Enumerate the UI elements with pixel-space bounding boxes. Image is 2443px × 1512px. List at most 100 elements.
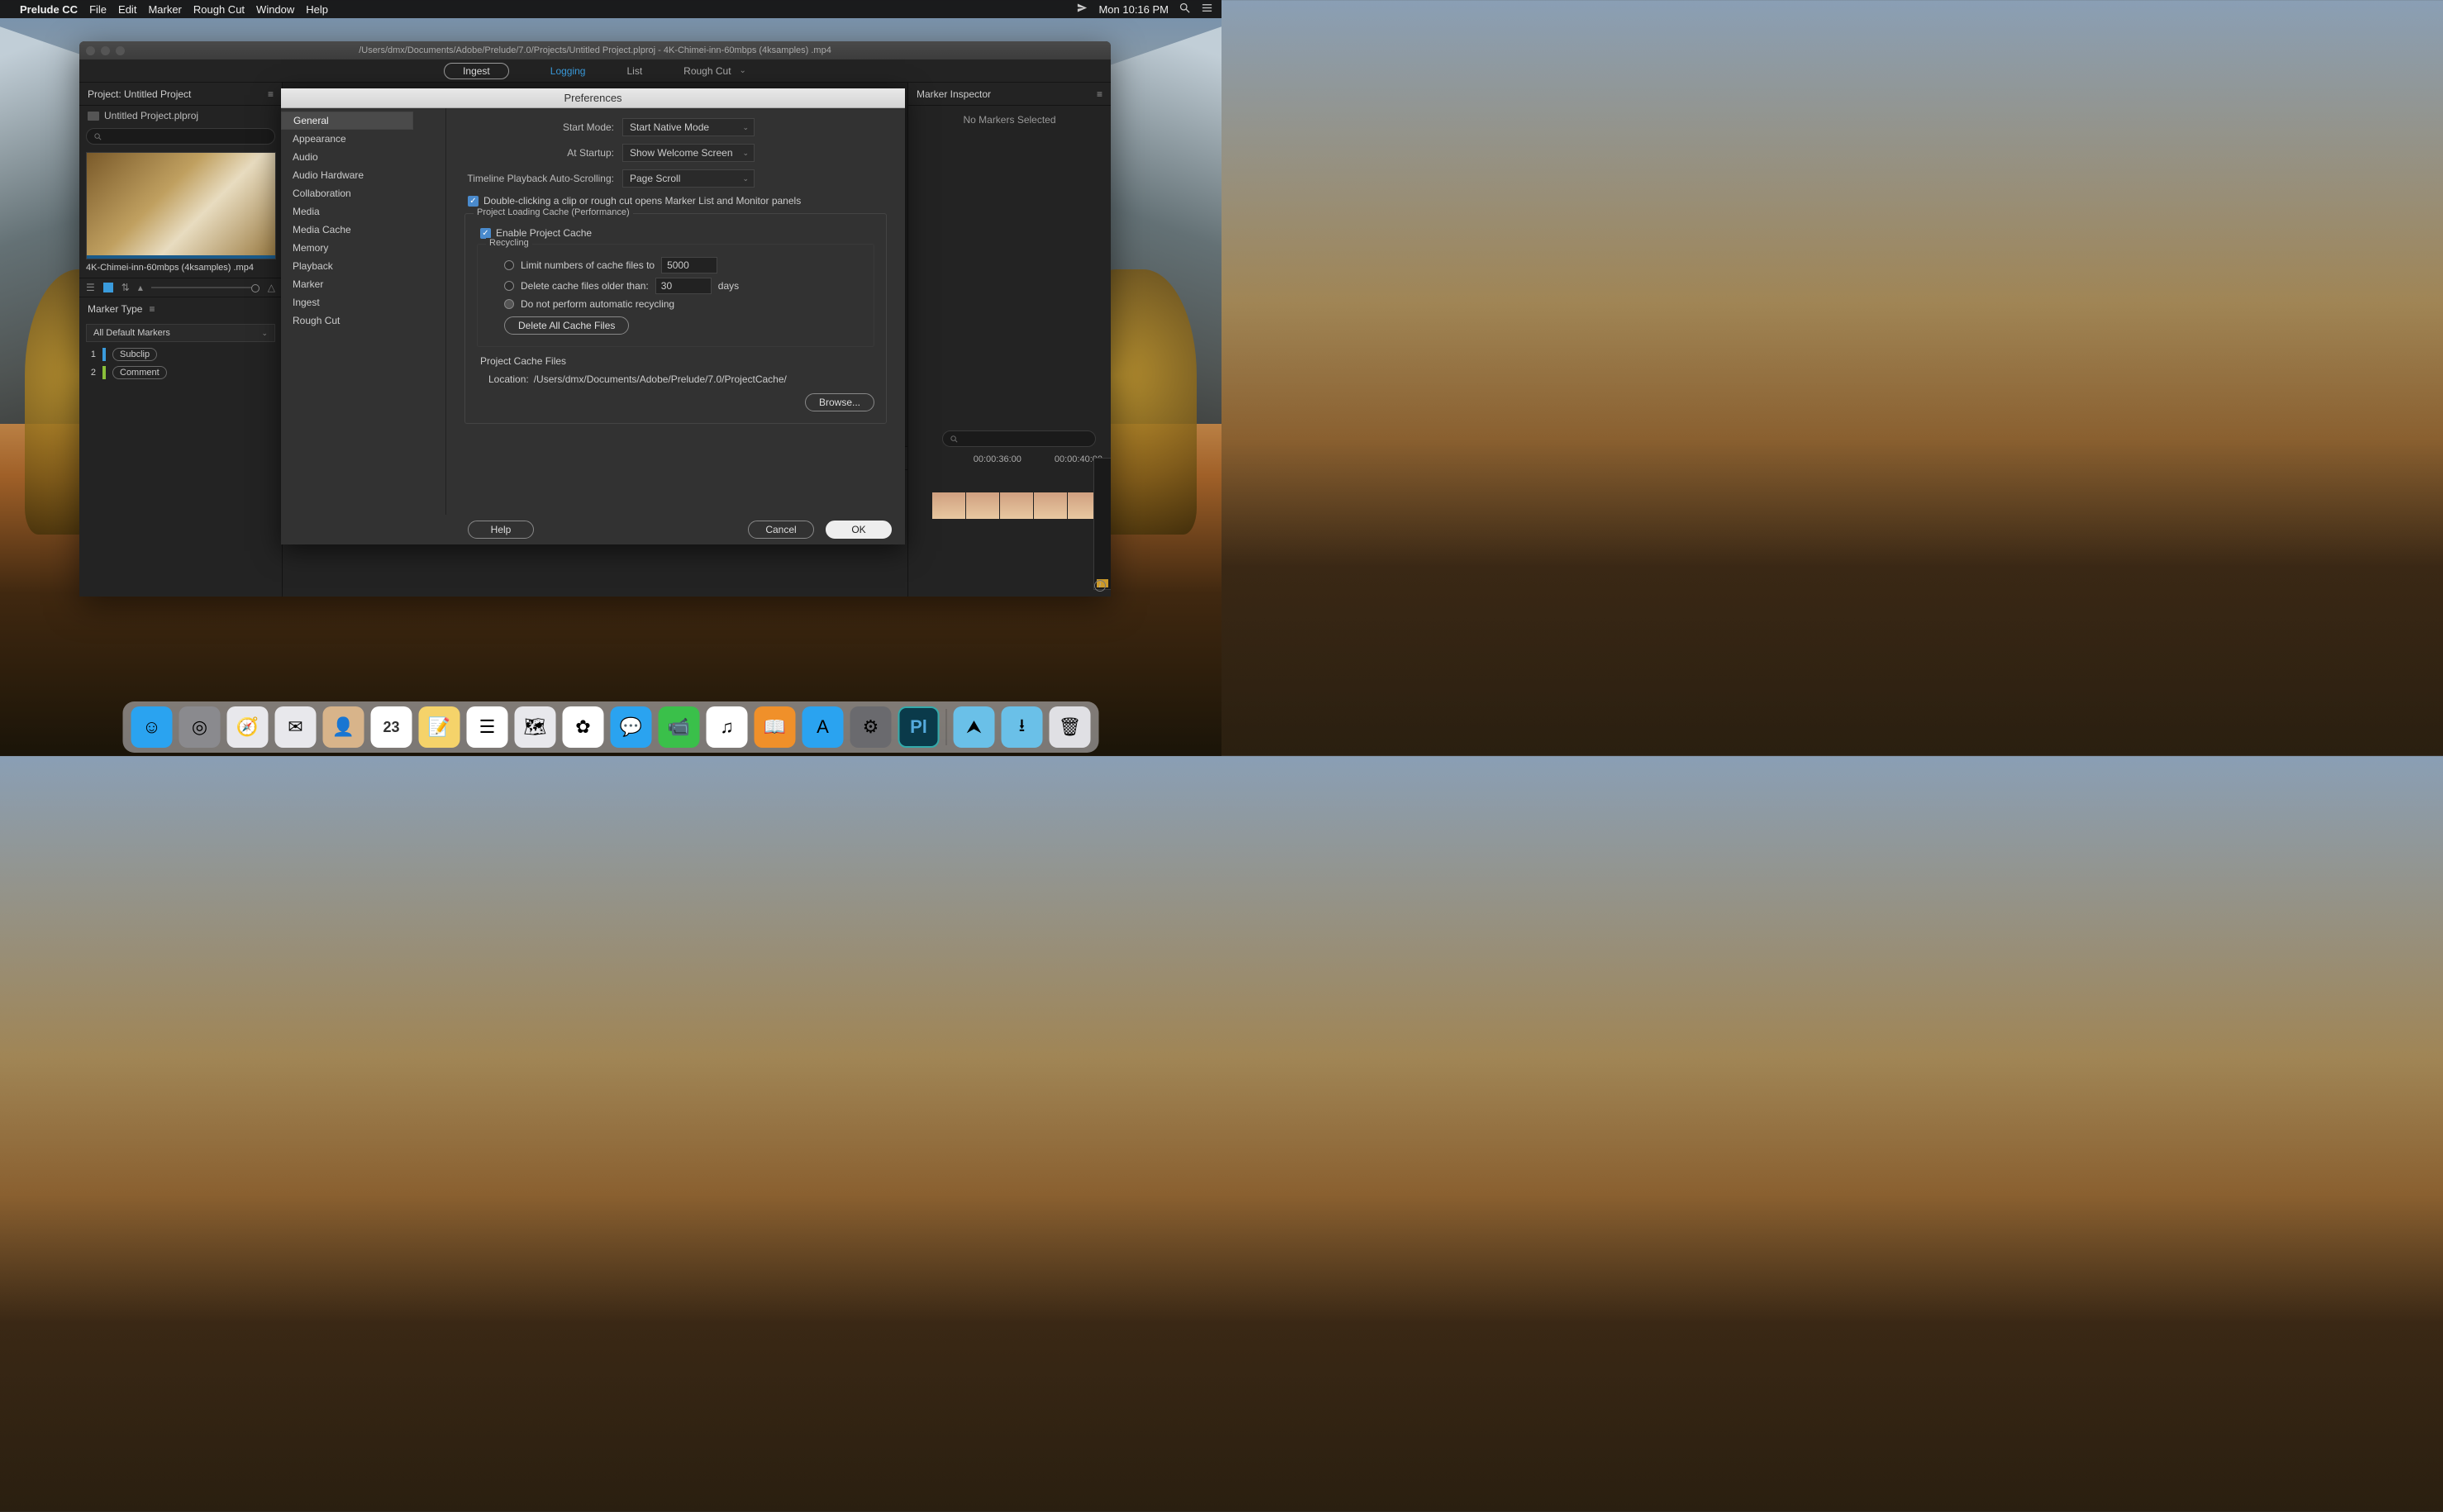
menubar-status-icon[interactable]: [1076, 2, 1088, 17]
audio-level-meter: [1093, 458, 1111, 590]
app-menu[interactable]: Prelude CC: [20, 3, 78, 16]
dock-itunes[interactable]: ♫: [707, 706, 748, 748]
project-breadcrumb[interactable]: Untitled Project.plproj: [104, 110, 198, 121]
clip-name: 4K-Chimei-inn-60mbps (4ksamples) .mp4: [86, 263, 276, 273]
mode-list[interactable]: List: [626, 65, 642, 77]
no-auto-radio[interactable]: [504, 299, 514, 309]
marker-type-title: Marker Type: [88, 303, 142, 315]
dock-ibooks[interactable]: 📖: [755, 706, 796, 748]
prefs-cat-audio[interactable]: Audio: [281, 148, 445, 166]
dock-sysprefs[interactable]: ⚙: [850, 706, 892, 748]
thumb-view-icon[interactable]: [103, 283, 113, 292]
no-markers-message: No Markers Selected: [908, 106, 1111, 134]
dock-appstore[interactable]: A: [802, 706, 844, 748]
prefs-cat-memory[interactable]: Memory: [281, 239, 445, 257]
workspace-mode-bar: Ingest Logging List Rough Cut ⌄: [79, 59, 1111, 83]
dock-facetime[interactable]: 📹: [659, 706, 700, 748]
dock-folder1[interactable]: ⮝: [954, 706, 995, 748]
panel-menu-icon[interactable]: ≡: [149, 303, 155, 315]
dock-messages[interactable]: 💬: [611, 706, 652, 748]
project-view-toolbar: ☰ ⇅ ▴ △: [79, 278, 282, 297]
menu-window[interactable]: Window: [256, 3, 294, 16]
limit-files-input[interactable]: [661, 257, 717, 273]
marker-type-item[interactable]: 1Subclip: [79, 345, 282, 364]
prefs-cat-collaboration[interactable]: Collaboration: [281, 184, 445, 202]
prefs-cat-audio-hardware[interactable]: Audio Hardware: [281, 166, 445, 184]
menu-edit[interactable]: Edit: [118, 3, 136, 16]
window-traffic-lights[interactable]: [86, 46, 125, 55]
start-mode-select[interactable]: Start Native Mode⌄: [622, 118, 755, 136]
zoom-out-icon[interactable]: ▴: [138, 282, 143, 293]
ok-button[interactable]: OK: [826, 521, 892, 539]
clip-thumbnail-image: [86, 152, 276, 259]
older-than-input[interactable]: [655, 278, 712, 294]
bin-icon: [88, 112, 99, 121]
spotlight-icon[interactable]: [1179, 2, 1191, 17]
cancel-button[interactable]: Cancel: [748, 521, 814, 539]
menu-help[interactable]: Help: [306, 3, 328, 16]
dock-finder[interactable]: ☺: [131, 706, 173, 748]
limit-files-radio[interactable]: [504, 260, 514, 270]
zoom-in-icon[interactable]: △: [268, 282, 275, 293]
prefs-cat-media[interactable]: Media: [281, 202, 445, 221]
prefs-cat-ingest[interactable]: Ingest: [281, 293, 445, 311]
cache-files-label: Project Cache Files: [480, 355, 874, 367]
mode-ingest[interactable]: Ingest: [444, 63, 509, 79]
dock-photos[interactable]: ✿: [563, 706, 604, 748]
prefs-cat-marker[interactable]: Marker: [281, 275, 445, 293]
help-button[interactable]: Help: [468, 521, 534, 539]
dock-calendar[interactable]: 23: [371, 706, 412, 748]
dock-folder2[interactable]: ⭳: [1002, 706, 1043, 748]
cache-location-value: /Users/dmx/Documents/Adobe/Prelude/7.0/P…: [534, 373, 787, 385]
dock-mail[interactable]: ✉: [275, 706, 317, 748]
prefs-cat-media-cache[interactable]: Media Cache: [281, 221, 445, 239]
prefs-cat-roughcut[interactable]: Rough Cut: [281, 311, 445, 330]
panel-menu-icon[interactable]: ≡: [1097, 88, 1102, 100]
menu-marker[interactable]: Marker: [148, 3, 181, 16]
dock-maps[interactable]: 🗺: [515, 706, 556, 748]
thumb-size-slider[interactable]: [151, 287, 260, 288]
enable-cache-checkbox[interactable]: ✓: [480, 228, 491, 239]
dock-safari[interactable]: 🧭: [227, 706, 269, 748]
auto-scroll-select[interactable]: Page Scroll⌄: [622, 169, 755, 188]
mode-logging[interactable]: Logging: [550, 65, 586, 77]
marker-type-dropdown[interactable]: All Default Markers⌄: [86, 324, 275, 342]
marker-type-item[interactable]: 2Comment: [79, 364, 282, 382]
dock-trash[interactable]: 🗑: [1050, 706, 1091, 748]
mode-chevron-icon[interactable]: ⌄: [740, 66, 746, 75]
marker-inspector-title: Marker Inspector: [917, 88, 991, 100]
prefs-cat-appearance[interactable]: Appearance: [281, 130, 445, 148]
mode-roughcut[interactable]: Rough Cut: [683, 65, 731, 77]
dock-launchpad[interactable]: ◎: [179, 706, 221, 748]
menu-file[interactable]: File: [89, 3, 107, 16]
project-search-input[interactable]: [86, 128, 275, 145]
macos-menubar: Prelude CC File Edit Marker Rough Cut Wi…: [0, 0, 1222, 18]
list-view-icon[interactable]: ☰: [86, 282, 95, 293]
info-icon[interactable]: i: [1094, 580, 1106, 592]
prefs-cat-general[interactable]: General: [281, 112, 413, 130]
prefs-cat-playback[interactable]: Playback: [281, 257, 445, 275]
dock-notes[interactable]: 📝: [419, 706, 460, 748]
timeline-search-input[interactable]: [942, 430, 1096, 447]
preferences-dialog: Preferences General Appearance Audio Aud…: [281, 88, 905, 544]
marker-inspector-panel: Marker Inspector≡ No Markers Selected 00…: [907, 83, 1111, 597]
clip-thumbnail[interactable]: 4K-Chimei-inn-60mbps (4ksamples) .mp4: [86, 152, 276, 273]
label-at-startup: At Startup:: [461, 147, 622, 159]
older-than-radio[interactable]: [504, 281, 514, 291]
menubar-list-icon[interactable]: [1201, 2, 1213, 17]
panel-menu-icon[interactable]: ≡: [268, 88, 274, 100]
dblclick-checkbox[interactable]: ✓: [468, 196, 479, 207]
at-startup-select[interactable]: Show Welcome Screen⌄: [622, 144, 755, 162]
marker-type-panel: Marker Type ≡ All Default Markers⌄ 1Subcl…: [79, 297, 282, 597]
recycling-group: Recycling Limit numbers of cache files t…: [477, 244, 874, 347]
dock-contacts[interactable]: 👤: [323, 706, 364, 748]
timeline-video-thumbs[interactable]: [932, 492, 1101, 519]
menu-roughcut[interactable]: Rough Cut: [193, 3, 245, 16]
browse-button[interactable]: Browse...: [805, 393, 874, 411]
menubar-clock[interactable]: Mon 10:16 PM: [1098, 3, 1169, 16]
dock-prelude[interactable]: Pl: [898, 706, 940, 748]
sort-icon[interactable]: ⇅: [121, 282, 130, 293]
macos-dock: ☺◎🧭✉👤23📝☰🗺✿💬📹♫📖A⚙Pl ⮝⭳🗑: [123, 701, 1099, 753]
dock-reminders[interactable]: ☰: [467, 706, 508, 748]
delete-cache-button[interactable]: Delete All Cache Files: [504, 316, 629, 335]
